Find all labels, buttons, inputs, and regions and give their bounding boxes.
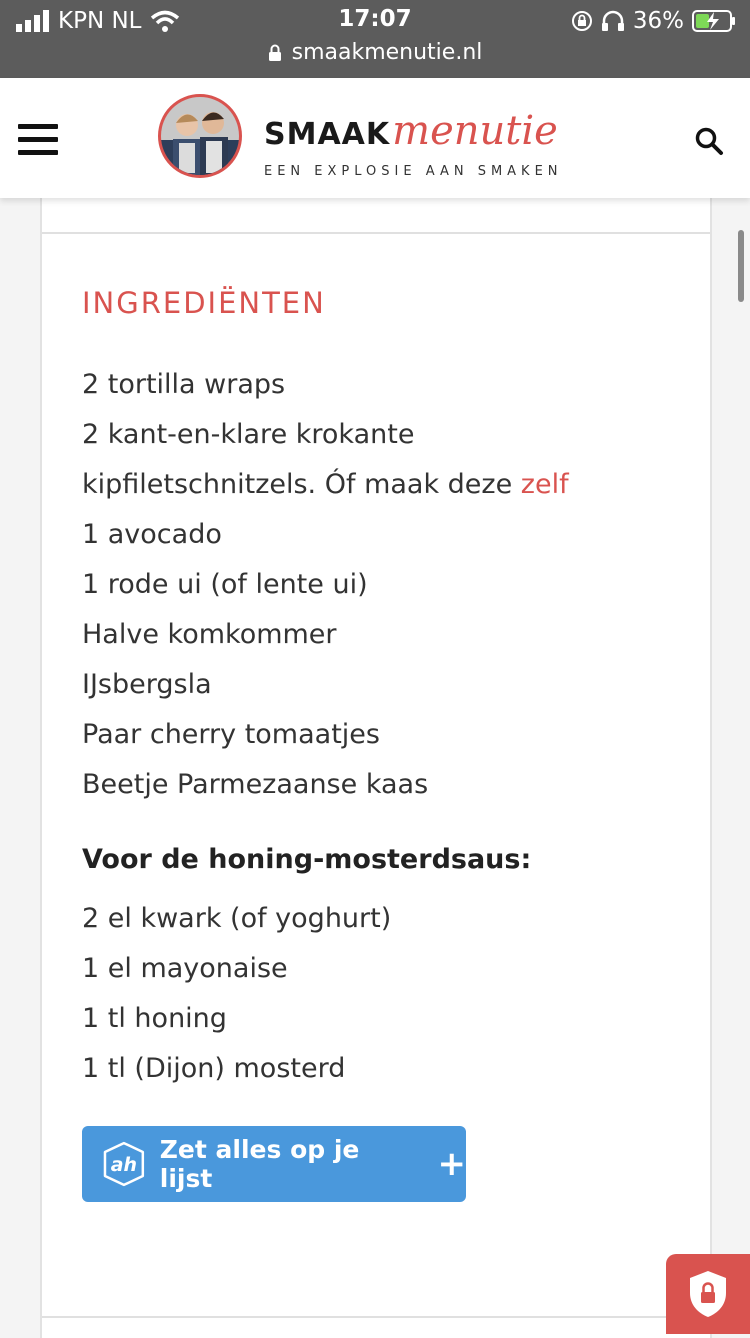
address-bar[interactable]: smaakmenutie.nl — [0, 40, 750, 65]
list-item: 1 rode ui (of lente ui) — [82, 569, 368, 600]
list-item: Paar cherry tomaatjes — [82, 719, 380, 750]
recipe-card: INGREDIËNTEN 2 tortilla wraps 2 kant-en-… — [40, 198, 712, 1338]
list-item: Beetje Parmezaanse kaas — [82, 769, 429, 800]
privacy-settings-button[interactable] — [666, 1254, 750, 1334]
orientation-lock-icon — [571, 11, 592, 31]
sauce-list: 2 el kwark (of yoghurt) 1 el mayonaise 1… — [82, 894, 391, 1094]
list-item: IJsbergsla — [82, 669, 212, 700]
list-item: Halve komkommer — [82, 619, 337, 650]
status-right: 36% — [571, 8, 736, 34]
add-to-list-button[interactable]: ah Zet alles op je lijst + — [82, 1126, 466, 1202]
list-item: kipfiletschnitzels. Óf maak deze zelf — [82, 460, 682, 510]
menu-icon[interactable] — [18, 124, 58, 156]
logo-text-smaak: SMAAK — [264, 117, 391, 152]
albert-heijn-icon: ah — [103, 1141, 145, 1187]
battery-percent: 36% — [632, 8, 684, 34]
list-item: 1 el mayonaise — [82, 953, 288, 984]
divider — [42, 232, 710, 234]
list-item: 2 kant-en-klare krokante — [82, 419, 415, 450]
headphones-icon — [601, 10, 624, 31]
add-to-list-label: Zet alles op je lijst — [159, 1135, 360, 1193]
logo-tagline: EEN EXPLOSIE AAN SMAKEN — [264, 164, 563, 179]
url-text: smaakmenutie.nl — [291, 40, 483, 65]
ingredients-heading: INGREDIËNTEN — [82, 286, 326, 320]
site-logo[interactable]: SMAAK menutie — [264, 108, 558, 158]
lock-icon — [268, 44, 281, 61]
shield-lock-icon — [690, 1271, 726, 1317]
logo-avatar[interactable] — [158, 94, 242, 178]
ingredient-list: 2 tortilla wraps 2 kant-en-klare krokant… — [82, 360, 682, 810]
list-item: 1 avocado — [82, 519, 222, 550]
plus-icon: + — [437, 1144, 467, 1184]
battery-charging-icon — [692, 10, 735, 32]
svg-text:ah: ah — [111, 1154, 137, 1176]
chefs-photo-icon — [173, 112, 228, 175]
list-item-text: kipfiletschnitzels. Óf maak deze — [82, 469, 521, 500]
site-header: SMAAK menutie EEN EXPLOSIE AAN SMAKEN — [0, 78, 750, 198]
divider — [42, 1316, 710, 1318]
list-item: 1 tl (Dijon) mosterd — [82, 1053, 346, 1084]
logo-text-menutie: menutie — [392, 108, 558, 154]
list-item: 2 el kwark (of yoghurt) — [82, 903, 392, 934]
sauce-heading: Voor de honing-mosterdsaus: — [82, 844, 532, 875]
zelf-link[interactable]: zelf — [521, 469, 569, 500]
scrollbar[interactable] — [738, 230, 744, 302]
list-item: 1 tl honing — [82, 1003, 227, 1034]
search-icon[interactable] — [694, 126, 724, 156]
status-bar: KPN NL 17:07 36% smaakmenutie.nl — [0, 0, 750, 78]
list-item: 2 tortilla wraps — [82, 369, 286, 400]
